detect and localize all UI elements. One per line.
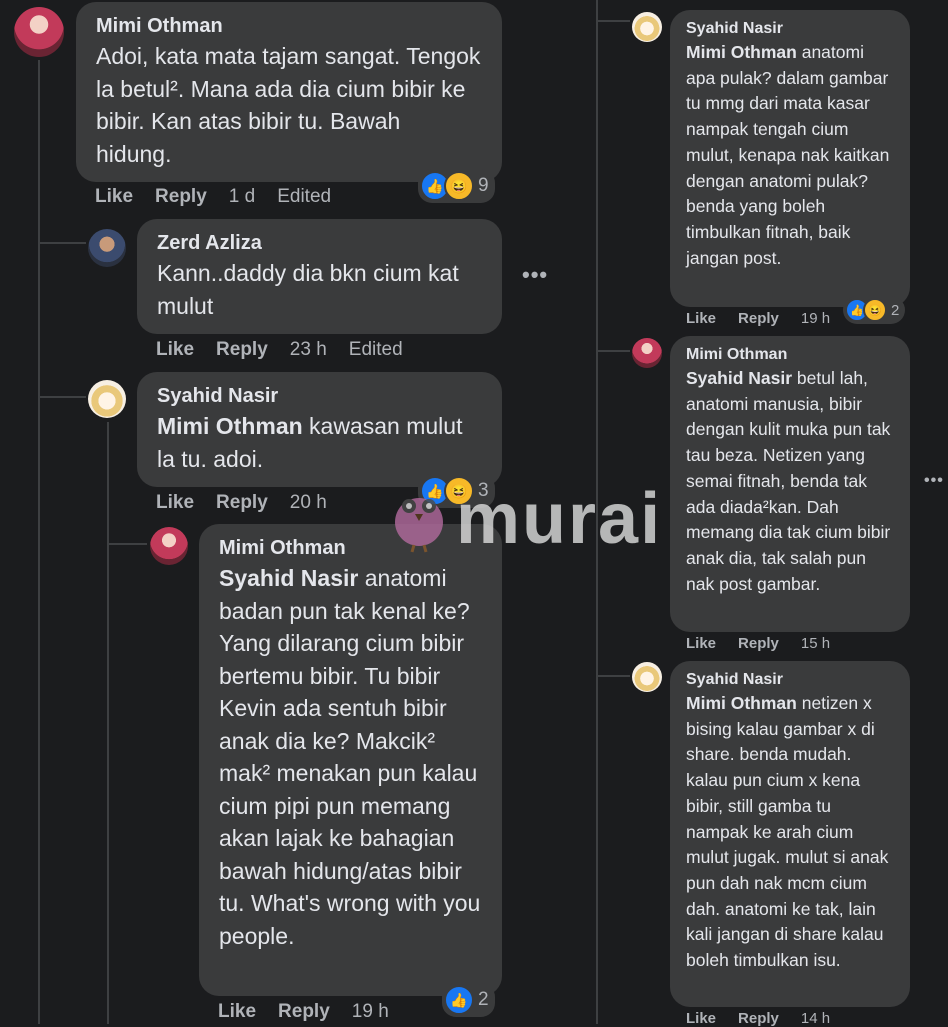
comment-actions: Like Reply 20 h	[156, 492, 327, 514]
timestamp[interactable]: 23 h	[290, 339, 327, 361]
avatar[interactable]	[632, 662, 662, 692]
thread-branch	[38, 396, 86, 398]
reaction-count: 2	[478, 989, 489, 1010]
commenter-name[interactable]: Zerd Azliza	[157, 229, 482, 257]
reaction-count: 2	[891, 301, 900, 319]
comment-actions: Like Reply 23 h Edited	[156, 339, 403, 361]
thread-line	[38, 60, 40, 1024]
comment-bubble: Syahid Nasir Mimi Othman kawasan mulut l…	[137, 372, 502, 487]
mention-link[interactable]: Mimi Othman	[686, 42, 797, 62]
mention-link[interactable]: Mimi Othman	[686, 693, 797, 713]
haha-reaction-icon: 😆	[444, 171, 474, 201]
like-button[interactable]: Like	[686, 310, 716, 327]
murai-watermark-text: murai	[456, 479, 663, 559]
comment-bubble: Mimi Othman Adoi, kata mata tajam sangat…	[76, 2, 502, 182]
timestamp[interactable]: 1 d	[229, 186, 255, 208]
mention-link[interactable]: Syahid Nasir	[686, 368, 792, 388]
comment-actions: Like Reply 14 h	[686, 1010, 830, 1027]
like-reaction-icon: 👍	[444, 985, 474, 1015]
murai-bird-logo-icon	[395, 498, 443, 553]
mention-link[interactable]: Mimi Othman	[157, 413, 303, 439]
like-button[interactable]: Like	[156, 492, 194, 514]
comment-actions: Like Reply 19 h	[686, 310, 830, 327]
comment-bubble: Syahid Nasir Mimi Othman netizen x bisin…	[670, 661, 910, 1007]
reply-button[interactable]: Reply	[216, 492, 268, 514]
reply-button[interactable]: Reply	[278, 1001, 330, 1023]
like-button[interactable]: Like	[686, 635, 716, 652]
reply-button[interactable]: Reply	[216, 339, 268, 361]
avatar[interactable]	[150, 527, 188, 565]
commenter-name[interactable]: Mimi Othman	[96, 12, 482, 40]
comment-bubble: Syahid Nasir Mimi Othman anatomi apa pul…	[670, 10, 910, 307]
thread-branch	[596, 350, 630, 352]
avatar[interactable]	[632, 338, 662, 368]
reply-button[interactable]: Reply	[738, 635, 779, 652]
more-options-icon[interactable]: •••	[522, 262, 548, 288]
thread-branch	[107, 543, 147, 545]
timestamp[interactable]: 15 h	[801, 635, 830, 652]
reply-button[interactable]: Reply	[738, 310, 779, 327]
more-options-icon[interactable]: •••	[924, 472, 944, 490]
comment-bubble: Zerd Azliza Kann..daddy dia bkn cium kat…	[137, 219, 502, 334]
haha-reaction-icon: 😆	[863, 298, 887, 322]
comment-text: Mimi Othman netizen x bising kalau gamba…	[686, 693, 889, 971]
timestamp[interactable]: 20 h	[290, 492, 327, 514]
like-button[interactable]: Like	[218, 1001, 256, 1023]
thread-branch	[596, 20, 630, 22]
comment-text: Mimi Othman anatomi apa pulak? dalam gam…	[686, 42, 890, 268]
avatar[interactable]	[14, 7, 64, 57]
comment-text: Adoi, kata mata tajam sangat. Tengok la …	[96, 43, 481, 167]
comment-actions: Like Reply 19 h	[218, 1001, 389, 1023]
reaction-summary[interactable]: 👍 2	[442, 983, 495, 1017]
reaction-count: 9	[478, 175, 489, 196]
avatar[interactable]	[88, 380, 126, 418]
like-button[interactable]: Like	[156, 339, 194, 361]
timestamp[interactable]: 19 h	[801, 310, 830, 327]
commenter-name[interactable]: Syahid Nasir	[157, 382, 482, 410]
comment-text: Kann..daddy dia bkn cium kat mulut	[157, 260, 459, 319]
reaction-summary[interactable]: 👍 😆 9	[418, 169, 495, 203]
thread-branch	[38, 242, 86, 244]
thread-branch	[596, 675, 630, 677]
mention-link[interactable]: Syahid Nasir	[219, 565, 358, 591]
avatar[interactable]	[88, 229, 126, 267]
reply-button[interactable]: Reply	[738, 1010, 779, 1027]
comment-text: Syahid Nasir betul lah, anatomi manusia,…	[686, 368, 891, 594]
comment-bubble: Mimi Othman Syahid Nasir anatomi badan p…	[199, 524, 502, 996]
comment-actions: Like Reply 1 d Edited	[95, 186, 331, 208]
commenter-name[interactable]: Syahid Nasir	[686, 18, 894, 40]
comment-actions: Like Reply 15 h	[686, 635, 830, 652]
timestamp[interactable]: 19 h	[352, 1001, 389, 1023]
like-button[interactable]: Like	[95, 186, 133, 208]
comment-bubble: Mimi Othman Syahid Nasir betul lah, anat…	[670, 336, 910, 632]
timestamp[interactable]: 14 h	[801, 1010, 830, 1027]
commenter-name[interactable]: Syahid Nasir	[686, 669, 894, 691]
reply-button[interactable]: Reply	[155, 186, 207, 208]
like-button[interactable]: Like	[686, 1010, 716, 1027]
edited-label[interactable]: Edited	[277, 186, 331, 208]
reaction-summary[interactable]: 👍 😆 2	[843, 296, 906, 324]
commenter-name[interactable]: Mimi Othman	[686, 344, 894, 366]
avatar[interactable]	[632, 12, 662, 42]
edited-label[interactable]: Edited	[349, 339, 403, 361]
thread-line	[107, 422, 109, 1024]
comment-text: Syahid Nasir anatomi badan pun tak kenal…	[219, 565, 481, 949]
murai-watermark: murai	[388, 478, 662, 560]
comment-text: Mimi Othman kawasan mulut la tu. adoi.	[157, 413, 463, 472]
